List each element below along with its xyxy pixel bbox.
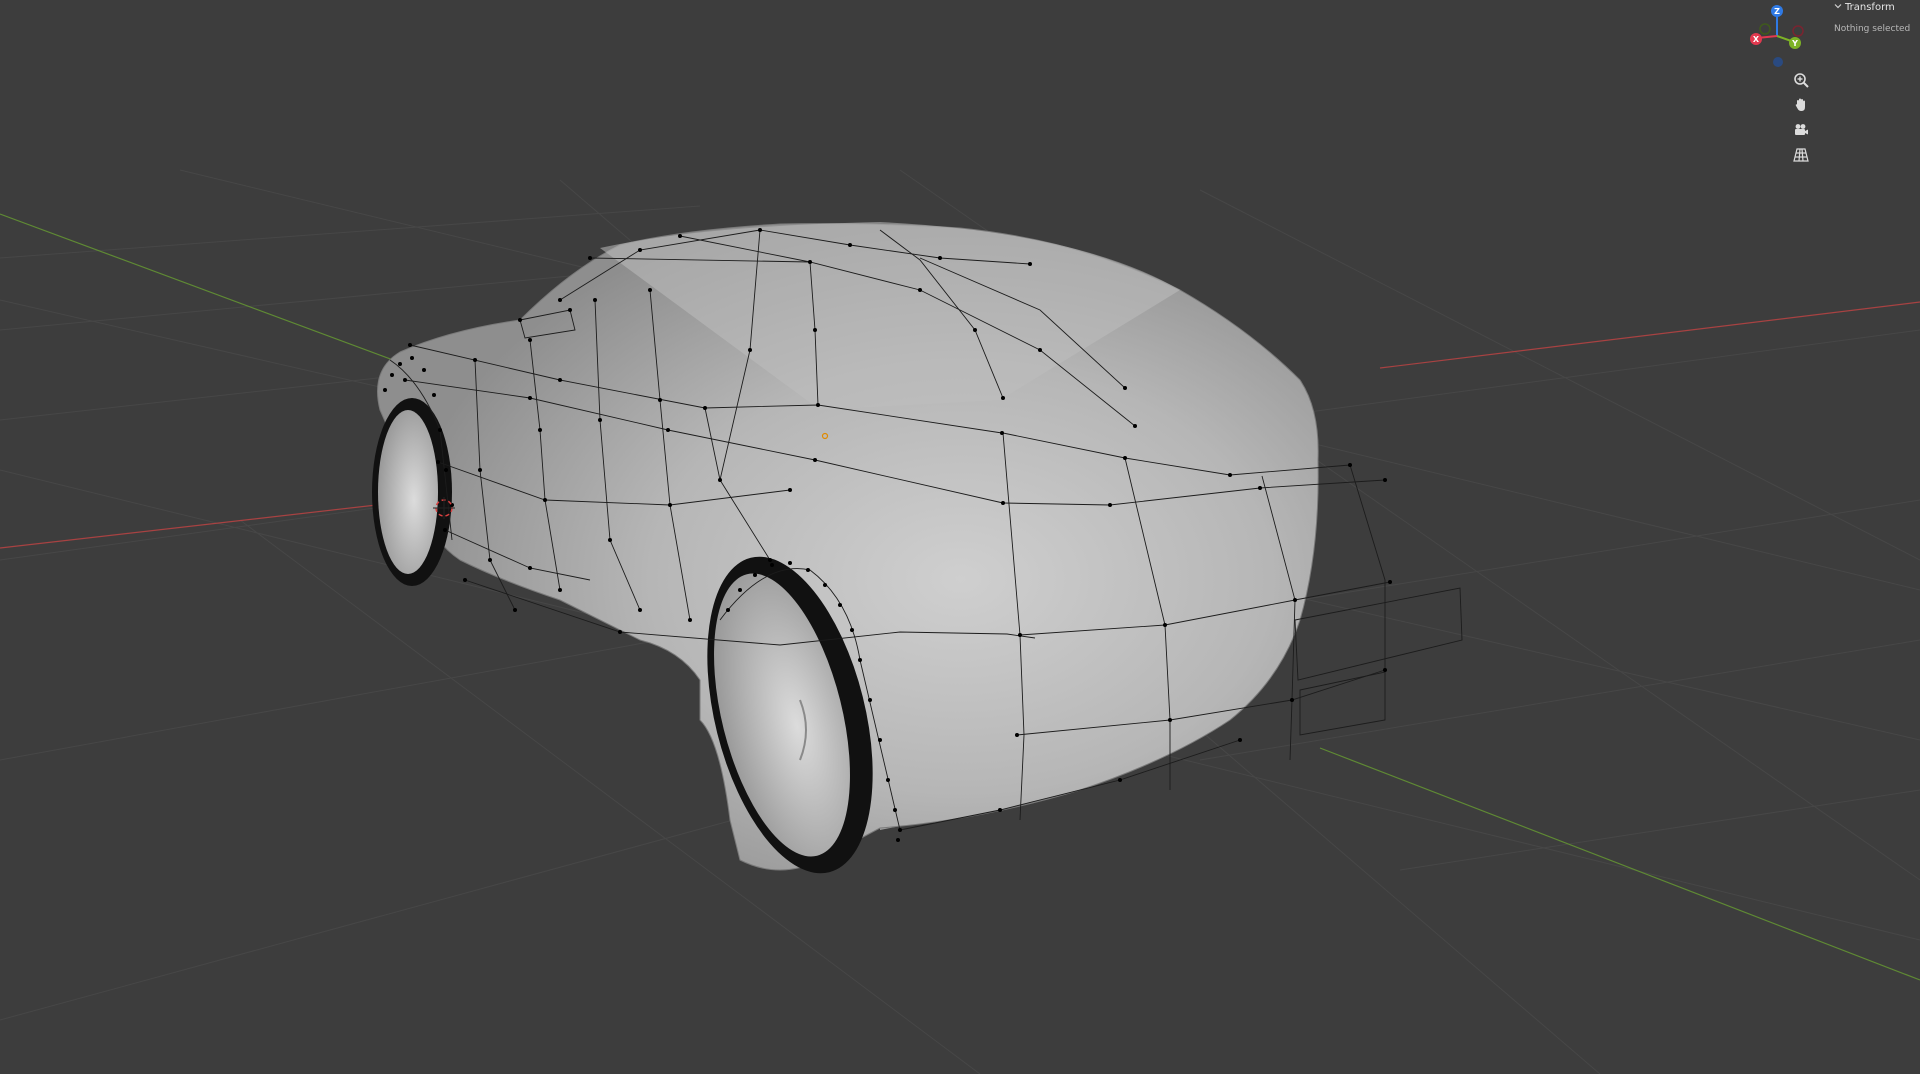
navigation-gizmo[interactable]: Z Y X [1740,2,1810,70]
x-axis-line [0,499,421,549]
svg-text:Y: Y [1791,39,1798,48]
gizmo-neg-y [1759,23,1771,35]
gizmo-neg-x [1792,25,1804,37]
zoom-button[interactable] [1787,70,1815,94]
hand-icon [1793,97,1809,117]
transform-panel-title: Transform [1845,1,1895,13]
transform-panel-header[interactable]: Transform [1834,0,1895,14]
svg-text:Z: Z [1774,7,1780,16]
car-mesh [372,222,1463,874]
perspective-toggle-button[interactable] [1787,145,1815,169]
selection-status-text: Nothing selected [1834,24,1911,34]
x-axis-line-far [1379,301,1920,369]
grid-perspective-icon [1793,147,1809,167]
y-axis-line [0,213,421,371]
chevron-down-icon [1834,2,1842,13]
svg-text:X: X [1753,35,1760,44]
camera-icon [1793,122,1809,142]
3d-viewport[interactable]: Z Y X Transform Nothing selected [0,0,1920,1074]
rear-wheel-hub [378,410,438,574]
viewport-scene[interactable] [0,0,1920,1074]
pan-button[interactable] [1787,95,1815,119]
gizmo-neg-z [1773,57,1783,67]
magnifier-plus-icon [1793,72,1809,92]
y-axis-line-near [1319,747,1920,981]
camera-button[interactable] [1787,120,1815,144]
sidebar-transform-panel: Transform Nothing selected [1830,0,1920,44]
